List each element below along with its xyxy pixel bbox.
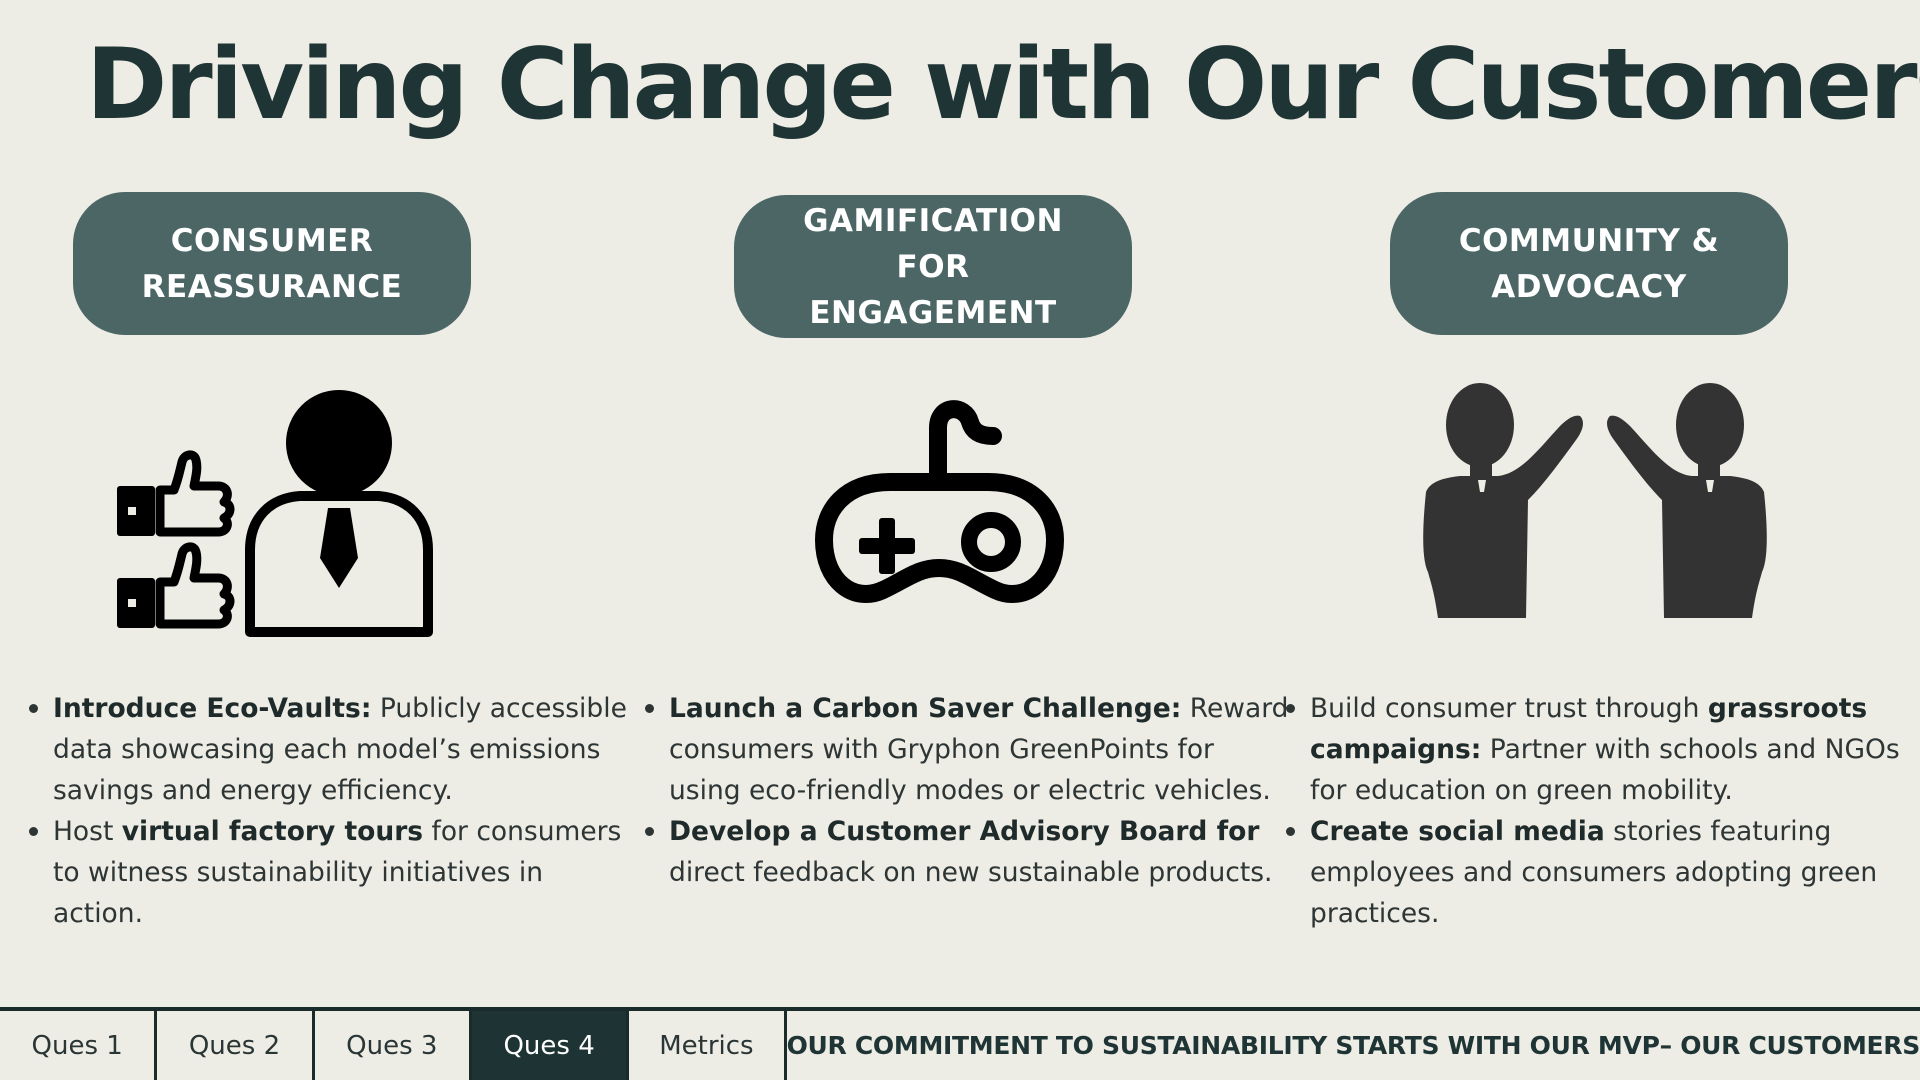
tab-ques-2[interactable]: Ques 2: [157, 1011, 315, 1080]
list-item: Introduce Eco-Vaults: Publicly accessibl…: [27, 688, 627, 811]
list-item: Create social media stories featuring em…: [1284, 811, 1914, 934]
footer-nav: Ques 1 Ques 2 Ques 3 Ques 4 Metrics OUR …: [0, 1007, 1920, 1080]
bullet-list-community: Build consumer trust through grassroots …: [1284, 688, 1914, 934]
customer-approval-icon: [117, 390, 433, 637]
heading-line: ENGAGEMENT: [809, 294, 1057, 331]
footer-tagline: OUR COMMITMENT TO SUSTAINABILITY STARTS …: [786, 1031, 1920, 1060]
list-item: Build consumer trust through grassroots …: [1284, 688, 1914, 811]
tab-ques-3[interactable]: Ques 3: [315, 1011, 472, 1080]
heading-line: ADVOCACY: [1491, 268, 1687, 305]
list-item: Host virtual factory tours for consumers…: [27, 811, 627, 934]
tab-ques-1[interactable]: Ques 1: [0, 1011, 158, 1080]
tab-metrics[interactable]: Metrics: [629, 1011, 787, 1080]
list-item: Develop a Customer Advisory Board for di…: [643, 811, 1293, 893]
tab-ques-4[interactable]: Ques 4: [471, 1011, 630, 1080]
page-title: Driving Change with Our Customers: [86, 28, 1920, 142]
heading-line: REASSURANCE: [141, 268, 403, 305]
heading-gamification: GAMIFICATION FOR ENGAGEMENT: [734, 195, 1132, 338]
heading-line: GAMIFICATION FOR: [803, 202, 1063, 285]
bullet-list-gamification: Launch a Carbon Saver Challenge: Reward …: [643, 688, 1293, 893]
bullet-list-consumer: Introduce Eco-Vaults: Publicly accessibl…: [27, 688, 627, 934]
high-five-icon: [1423, 383, 1767, 618]
heading-line: CONSUMER: [170, 222, 374, 259]
list-item: Launch a Carbon Saver Challenge: Reward …: [643, 688, 1293, 811]
heading-community-advocacy: COMMUNITY & ADVOCACY: [1390, 192, 1788, 335]
heading-line: COMMUNITY &: [1458, 222, 1720, 259]
heading-consumer-reassurance: CONSUMER REASSURANCE: [73, 192, 471, 335]
game-controller-icon: [815, 400, 1064, 603]
